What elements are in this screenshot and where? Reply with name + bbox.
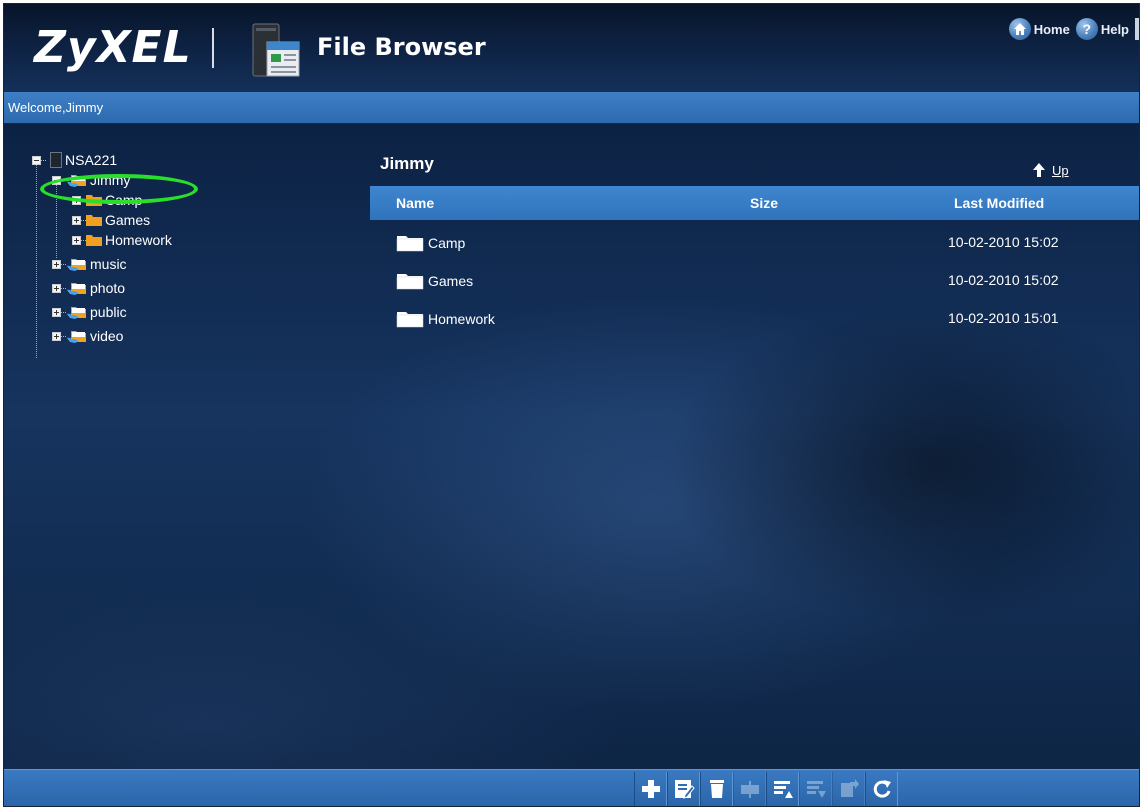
logo-divider [212,28,214,68]
add-icon [641,780,660,798]
tree-node-public[interactable]: public [52,302,127,322]
column-header-name[interactable]: Name [396,195,434,211]
tree-label-photo: photo [90,280,126,296]
collapse-icon[interactable] [32,155,41,165]
copy-icon [840,779,859,797]
folder-icon [396,312,424,328]
up-arrow-icon [1033,163,1045,177]
home-icon [1008,18,1031,40]
file-browser-app-icon [252,23,300,77]
shared-folder-icon [67,307,86,319]
file-row[interactable]: Homework 10-02-2010 15:01 [370,300,1139,336]
folder-icon [86,215,102,226]
tree-node-photo[interactable]: photo [52,278,125,298]
tree-node-video[interactable]: video [52,326,123,346]
refresh-icon [873,780,891,798]
delete-icon [709,780,724,798]
top-links: Home ? Help [1008,18,1139,40]
home-link-label: Home [1033,21,1070,37]
footer-toolbar [4,769,1139,806]
file-modified: 10-02-2010 15:02 [948,272,1059,288]
file-modified: 10-02-2010 15:01 [948,310,1059,326]
column-header-modified[interactable]: Last Modified [954,195,1044,211]
main-area: NSA221 Jimmy Camp Games Homework music p… [4,124,1139,769]
file-name-cell: Homework [396,310,495,328]
tree-label-video: video [90,328,124,344]
tree-node-games[interactable]: Games [72,210,150,230]
file-row[interactable]: Games 10-02-2010 15:02 [370,262,1139,298]
home-link[interactable]: Home [1008,18,1070,40]
expand-icon[interactable] [72,215,81,225]
file-name: Games [428,273,474,289]
file-name-cell: Camp [396,234,465,252]
up-link[interactable]: Up [1032,162,1069,178]
help-icon: ? [1075,18,1098,40]
move-button[interactable] [733,772,766,806]
expand-icon[interactable] [52,307,61,317]
file-name-cell: Games [396,272,473,290]
help-link[interactable]: ? Help [1075,18,1129,40]
folder-icon [396,274,424,290]
nas-drive-icon [50,152,62,168]
welcome-bar: Welcome,Jimmy [4,92,1139,124]
folder-icon [396,236,424,252]
tree-line [36,164,37,358]
download-icon [806,781,826,798]
expand-icon[interactable] [52,283,61,293]
expand-icon[interactable] [72,235,81,245]
refresh-button[interactable] [865,772,898,806]
column-header-size[interactable]: Size [750,195,778,211]
file-name: Homework [428,311,495,327]
up-link-label: Up [1052,162,1069,178]
selection-highlight-ellipse [40,174,198,204]
tree-label-public: public [90,304,127,320]
move-icon [740,781,759,798]
tree-connector [41,159,46,161]
toolbar-buttons [634,772,898,806]
header: ZyXEL File Browser Home ? Help [4,4,1139,92]
file-modified: 10-02-2010 15:02 [948,234,1059,250]
file-row[interactable]: Camp 10-02-2010 15:02 [370,224,1139,260]
clipped-link-edge [1135,18,1139,40]
add-button[interactable] [634,772,667,806]
rename-icon [674,780,695,799]
shared-folder-icon [67,331,86,343]
tree-node-root[interactable]: NSA221 [32,150,117,170]
upload-icon [773,781,793,798]
tree-label-homework: Homework [105,232,172,248]
copy-button[interactable] [832,772,865,806]
help-link-label: Help [1100,21,1129,37]
expand-icon[interactable] [52,259,61,269]
folder-icon [86,235,102,246]
expand-icon[interactable] [52,331,61,341]
tree-node-music[interactable]: music [52,254,127,274]
upload-button[interactable] [766,772,799,806]
zyxel-logo: ZyXEL [34,22,192,73]
file-name: Camp [428,235,466,251]
rename-button[interactable] [667,772,700,806]
tree-node-homework[interactable]: Homework [72,230,172,250]
tree-label-games: Games [105,212,151,228]
current-folder-title: Jimmy [380,154,434,173]
file-list-header: Name Size Last Modified [370,186,1139,220]
download-button[interactable] [799,772,832,806]
tree-label-music: music [90,256,127,272]
tree-label-root: NSA221 [65,152,118,168]
delete-button[interactable] [700,772,733,806]
file-browser-window: ZyXEL File Browser Home ? Help Welcome,J… [3,3,1140,807]
shared-folder-icon [67,259,86,271]
app-title: File Browser [317,33,486,61]
shared-folder-icon [67,283,86,295]
